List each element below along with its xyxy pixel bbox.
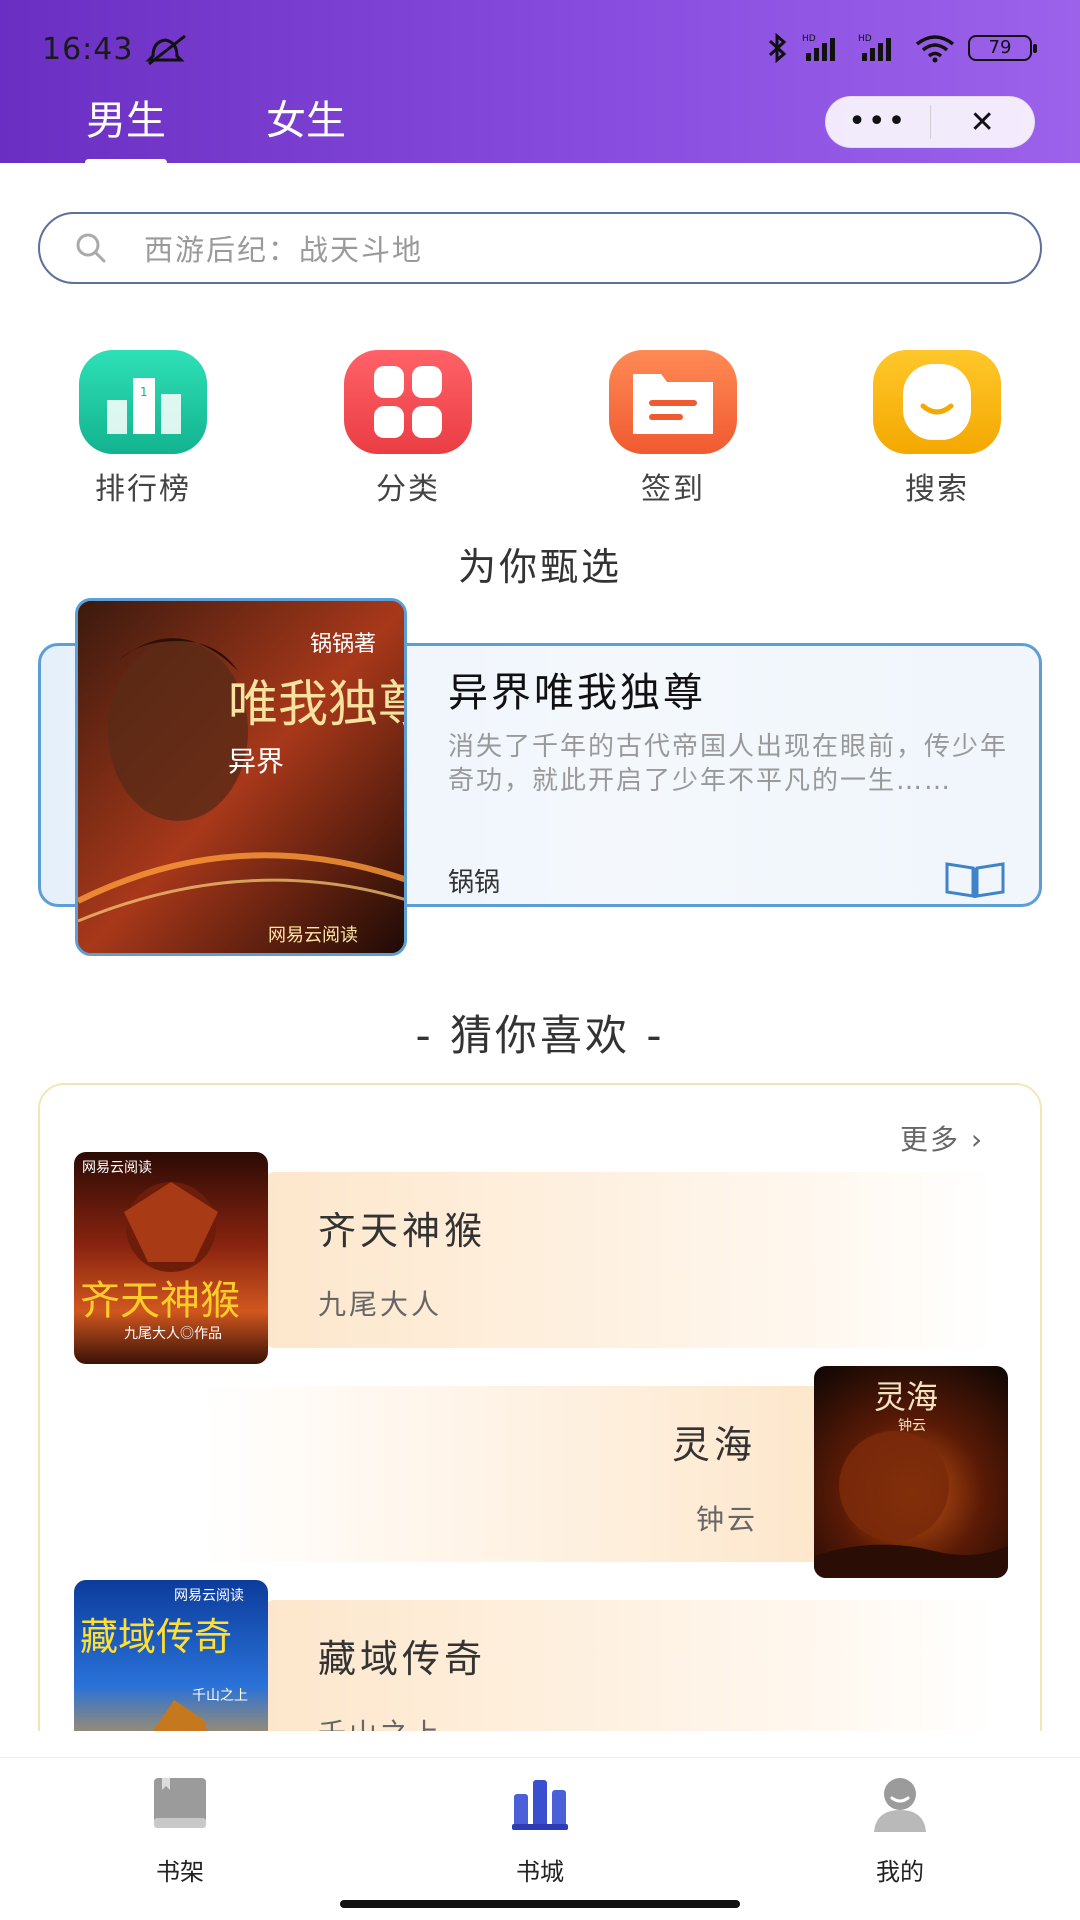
battery-indicator: 79 (968, 35, 1037, 61)
featured-author: 锅锅 (448, 868, 501, 898)
quick-menu: 1 排行榜 分类 签到 搜索 (0, 350, 1080, 507)
status-time: 16:43 (42, 32, 134, 67)
search-bar[interactable]: 西游后纪：战天斗地 (38, 212, 1042, 284)
featured-description: 消失了千年的古代帝国人出现在眼前，传少年奇功，就此开启了少年不平凡的一生…… (448, 732, 1009, 796)
quick-item-label: 分类 (376, 472, 440, 507)
nav-bookshelf[interactable]: 书架 (100, 1772, 260, 1887)
content-clip (0, 1731, 1080, 1757)
signal-icon: HD (802, 34, 835, 61)
featured-book-cover[interactable]: 锅锅著 唯我独尊 异界 网易云阅读 (75, 598, 407, 956)
signal-icon-2: HD (858, 34, 891, 61)
gender-tabs: 男生 女生 (85, 88, 346, 166)
cover-title: 齐天神猴 (80, 1278, 240, 1323)
svg-text:HD: HD (858, 34, 872, 44)
cover-author: 钟云 (898, 1417, 926, 1433)
chevron-right-icon: › (970, 1123, 985, 1156)
search-user-icon (873, 350, 1001, 454)
svg-text:HD: HD (802, 34, 816, 44)
cover-title-text: 唯我独尊 (228, 676, 407, 732)
cover-publisher: 网易云阅读 (174, 1587, 244, 1603)
status-right: HD HD 79 (766, 32, 1037, 64)
bookshelf-icon (154, 1778, 206, 1828)
cover-publisher: 网易云阅读 (268, 925, 358, 945)
quick-item-category[interactable]: 分类 (333, 350, 483, 508)
cover-author-tag: 锅锅著 (310, 631, 376, 656)
home-indicator (340, 1900, 740, 1908)
profile-icon (874, 1778, 926, 1832)
quick-item-search[interactable]: 搜索 (862, 350, 1012, 508)
category-icon (344, 350, 472, 454)
close-button[interactable]: ✕ (931, 105, 1035, 140)
mute-icon (145, 34, 186, 66)
open-book-icon[interactable] (943, 858, 1007, 900)
nav-profile[interactable]: 我的 (820, 1772, 980, 1887)
cover-author: 九尾大人◎作品 (124, 1325, 222, 1341)
quick-item-checkin[interactable]: 签到 (598, 350, 748, 508)
cover-title: 藏域传奇 (80, 1617, 232, 1659)
search-icon (76, 233, 106, 263)
more-menu-button[interactable]: ••• (826, 107, 930, 137)
top-header: 16:43 HD HD 79 男生 女生 ••• ✕ (0, 0, 1080, 166)
tab-female[interactable]: 女生 (266, 88, 346, 160)
book-author: 钟云 (696, 1503, 759, 1536)
tab-male[interactable]: 男生 (85, 88, 167, 166)
svg-text:1: 1 (140, 385, 148, 399)
ranking-icon: 1 (79, 350, 207, 454)
status-bar: 16:43 HD HD 79 (0, 0, 1080, 100)
nav-label: 书架 (156, 1858, 204, 1886)
cover-author: 千山之上 (192, 1687, 248, 1703)
bluetooth-icon (768, 32, 787, 64)
book-title[interactable]: 灵海 (672, 1414, 756, 1469)
more-link[interactable]: 更多 › (900, 1118, 984, 1158)
checkin-icon (609, 350, 737, 454)
book-title[interactable]: 藏域传奇 (318, 1628, 486, 1683)
book-author: 九尾大人 (318, 1288, 443, 1321)
more-link-label: 更多 (900, 1123, 961, 1156)
quick-item-label: 签到 (641, 472, 705, 507)
mini-program-capsule: ••• ✕ (825, 96, 1035, 148)
cover-publisher: 网易云阅读 (82, 1159, 152, 1175)
book-cover[interactable]: 网易云阅读 齐天神猴 九尾大人◎作品 (74, 1152, 268, 1364)
book-cover[interactable]: 灵海 钟云 (814, 1366, 1008, 1578)
bottom-navigation: 书架 书城 我的 (0, 1757, 1080, 1920)
nav-label: 我的 (876, 1858, 924, 1886)
featured-title[interactable]: 异界唯我独尊 (448, 660, 706, 718)
cover-bracket-text: 异界 (228, 747, 284, 778)
bookstore-icon (512, 1780, 568, 1830)
cover-title: 灵海 (874, 1379, 938, 1415)
nav-bookstore[interactable]: 书城 (460, 1772, 620, 1887)
book-title[interactable]: 齐天神猴 (318, 1200, 486, 1255)
quick-item-label: 搜索 (905, 472, 969, 507)
nav-label: 书城 (516, 1858, 564, 1886)
quick-item-label: 排行榜 (95, 472, 191, 507)
quick-item-ranking[interactable]: 1 排行榜 (68, 350, 218, 508)
search-placeholder: 西游后纪：战天斗地 (144, 233, 424, 267)
wifi-icon (915, 35, 955, 63)
guess-section-title: - 猜你喜欢 - (415, 1011, 665, 1060)
featured-section-title: 为你甄选 (457, 545, 622, 589)
